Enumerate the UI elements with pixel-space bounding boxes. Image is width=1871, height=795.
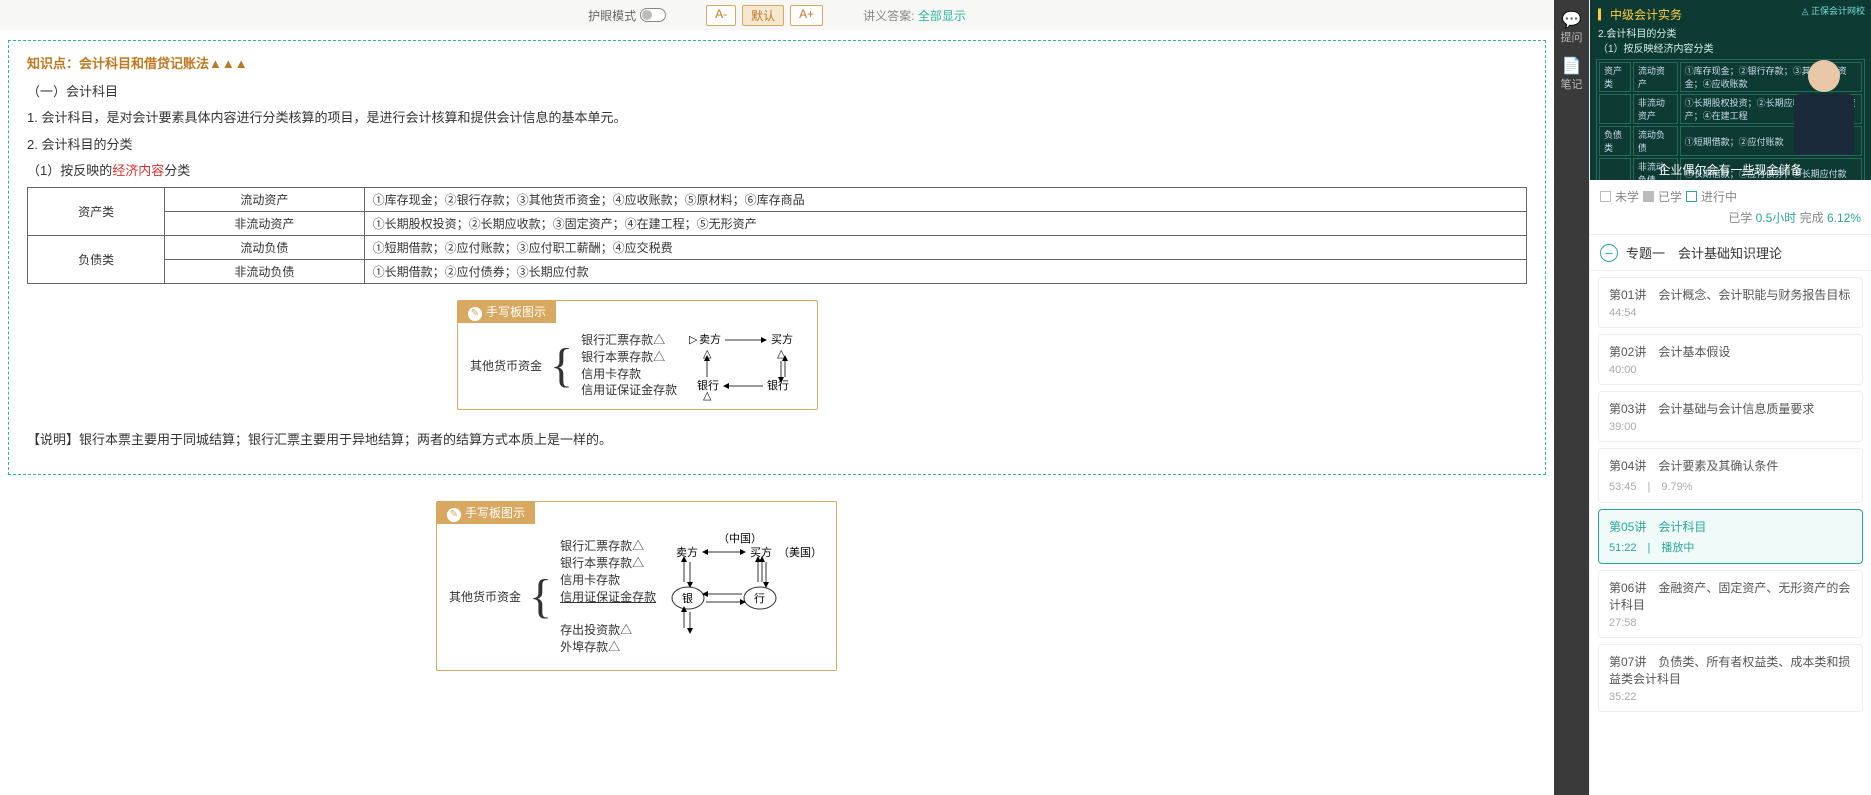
hw2-items: 银行汇票存款△银行本票存款△信用卡存款信用证保证金存款 存出投资款△外埠存款△ [560, 538, 656, 656]
svg-text:卖方: 卖方 [699, 332, 721, 346]
lecture-item[interactable]: 第02讲 会计基本假设 40:00 [1598, 334, 1863, 385]
hw1-label: 其他货币资金 [470, 357, 542, 374]
teacher-figure [1789, 60, 1859, 160]
brace-icon: { [550, 342, 573, 390]
svg-text:买方: 买方 [750, 545, 772, 559]
text-line: （1）按反映的经济内容分类 [27, 159, 1527, 182]
lecture-meta: 53:45 | 9.79% [1609, 478, 1852, 494]
ask-button[interactable]: 💬提问 [1559, 5, 1585, 51]
lecture-item[interactable]: 第06讲 金融资产、固定资产、无形资产的会计科目 27:58 [1598, 570, 1863, 638]
topic-label: 专题一 会计基础知识理论 [1626, 243, 1782, 262]
svg-text:行: 行 [754, 592, 765, 605]
svg-text:△: △ [703, 390, 712, 401]
handwriting-title: ✎手写板图示 [458, 301, 556, 323]
top-toolbar: 护眼模式 A- 默认 A+ 讲义答案: 全部显示 [0, 0, 1554, 30]
lecture-item[interactable]: 第04讲 会计要素及其确认条件 53:45 | 9.79% [1598, 448, 1863, 503]
handwriting-box-2: ✎手写板图示 其他货币资金 { 银行汇票存款△银行本票存款△信用卡存款信用证保证… [436, 501, 837, 671]
heading-a: （一）会计科目 [27, 80, 1527, 103]
checkbox-icon [1600, 191, 1611, 202]
text-line: 2. 会计科目的分类 [27, 133, 1527, 156]
lecture-item[interactable]: 第03讲 会计基础与会计信息质量要求 39:00 [1598, 391, 1863, 442]
font-minus-button[interactable]: A- [706, 5, 736, 26]
lecture-title: 第02讲 会计基本假设 [1609, 343, 1852, 360]
knowledge-box: 知识点：会计科目和借贷记账法▲▲▲ （一）会计科目 1. 会计科目，是对会计要素… [8, 40, 1546, 475]
progress-stats: 未学 已学 进行中 已学 0.5小时 完成 6.12% [1590, 180, 1871, 235]
lecture-item[interactable]: 第05讲 会计科目 51:22 | 播放中 [1598, 509, 1863, 564]
font-default-button[interactable]: 默认 [742, 5, 784, 26]
lecture-meta: 40:00 [1609, 364, 1852, 376]
brace-icon: { [529, 573, 552, 621]
lecture-meta: 27:58 [1609, 617, 1852, 629]
lecture-item[interactable]: 第07讲 负债类、所有者权益类、成本类和损益类会计科目 35:22 [1598, 644, 1863, 712]
text-line: 1. 会计科目，是对会计要素具体内容进行分类核算的项目，是进行会计核算和提供会计… [27, 106, 1527, 129]
pen-icon: ✎ [447, 508, 461, 522]
handwriting-box-1: ✎手写板图示 其他货币资金 { 银行汇票存款△银行本票存款△信用卡存款信用证保证… [457, 300, 818, 410]
svg-text:银行: 银行 [767, 378, 789, 392]
lecture-title: 第06讲 金融资产、固定资产、无形资产的会计科目 [1609, 579, 1852, 613]
font-controls: A- 默认 A+ [706, 5, 823, 26]
topic-header[interactable]: − 专题一 会计基础知识理论 [1590, 235, 1871, 271]
lecture-item[interactable]: 第01讲 会计概念、会计职能与财务报告目标 44:54 [1598, 277, 1863, 328]
flow-diagram-1: ▷ 卖方 买方 △ △ 银行 银行 △ [685, 331, 805, 401]
chat-icon: 💬 [1561, 11, 1583, 30]
lecture-title: 第03讲 会计基础与会计信息质量要求 [1609, 400, 1852, 417]
svg-text:银: 银 [682, 591, 693, 605]
lecture-meta: 39:00 [1609, 421, 1852, 433]
answer-display: 讲义答案: 全部显示 [863, 7, 966, 24]
video-caption: 企业偶尔会有一些现金储备 [1590, 161, 1871, 178]
note-text: 【说明】银行本票主要用于同城结算；银行汇票主要用于异地结算；两者的结算方式本质上… [27, 428, 1527, 451]
eye-mode-label: 护眼模式 [588, 7, 636, 24]
collapse-icon: − [1600, 244, 1618, 262]
font-plus-button[interactable]: A+ [790, 5, 823, 26]
note-button[interactable]: 📄笔记 [1559, 51, 1585, 97]
flow-diagram-2: （中国） 卖方 买方 （美国） 银 行 [664, 532, 824, 662]
svg-text:（中国）: （中国） [718, 532, 762, 545]
handwriting-title: ✎手写板图示 [437, 502, 535, 524]
hw2-label: 其他货币资金 [449, 588, 521, 605]
lecture-title: 第07讲 负债类、所有者权益类、成本类和损益类会计科目 [1609, 653, 1852, 687]
lecture-title: 第04讲 会计要素及其确认条件 [1609, 457, 1852, 474]
svg-text:（美国）: （美国） [778, 546, 822, 559]
hw1-items: 银行汇票存款△银行本票存款△信用卡存款信用证保证金存款 [581, 332, 677, 399]
lecture-list: 第01讲 会计概念、会计职能与财务报告目标 44:54 第02讲 会计基本假设 40:… [1590, 271, 1871, 795]
knowledge-title: 知识点：会计科目和借贷记账法▲▲▲ [27, 53, 1527, 72]
lecture-meta: 35:22 [1609, 691, 1852, 703]
lecture-meta: 51:22 | 播放中 [1609, 539, 1852, 555]
note-icon: 📄 [1561, 57, 1583, 76]
pen-icon: ✎ [468, 307, 482, 321]
lecture-title: 第01讲 会计概念、会计职能与财务报告目标 [1609, 286, 1852, 303]
right-panel: ◬ 正保会计网校 ▎中级会计实务 2.会计科目的分类 （1）按反映经济内容分类 … [1589, 0, 1871, 795]
checkbox-icon [1643, 191, 1654, 202]
checkbox-icon [1686, 191, 1697, 202]
eye-mode-toggle[interactable] [640, 8, 666, 22]
category-table: 资产类流动资产①库存现金；②银行存款；③其他货币资金；④应收账款；⑤原材料；⑥库… [27, 187, 1527, 284]
lecture-title: 第05讲 会计科目 [1609, 518, 1852, 535]
svg-text:卖方: 卖方 [676, 545, 698, 559]
lecture-meta: 44:54 [1609, 307, 1852, 319]
svg-text:▷: ▷ [689, 334, 698, 346]
brand-logo: ◬ 正保会计网校 [1802, 4, 1865, 17]
answer-value[interactable]: 全部显示 [918, 9, 966, 23]
video-player[interactable]: ◬ 正保会计网校 ▎中级会计实务 2.会计科目的分类 （1）按反映经济内容分类 … [1590, 0, 1871, 180]
vertical-sidebar: 💬提问 📄笔记 [1554, 0, 1589, 795]
svg-text:买方: 买方 [771, 332, 793, 346]
